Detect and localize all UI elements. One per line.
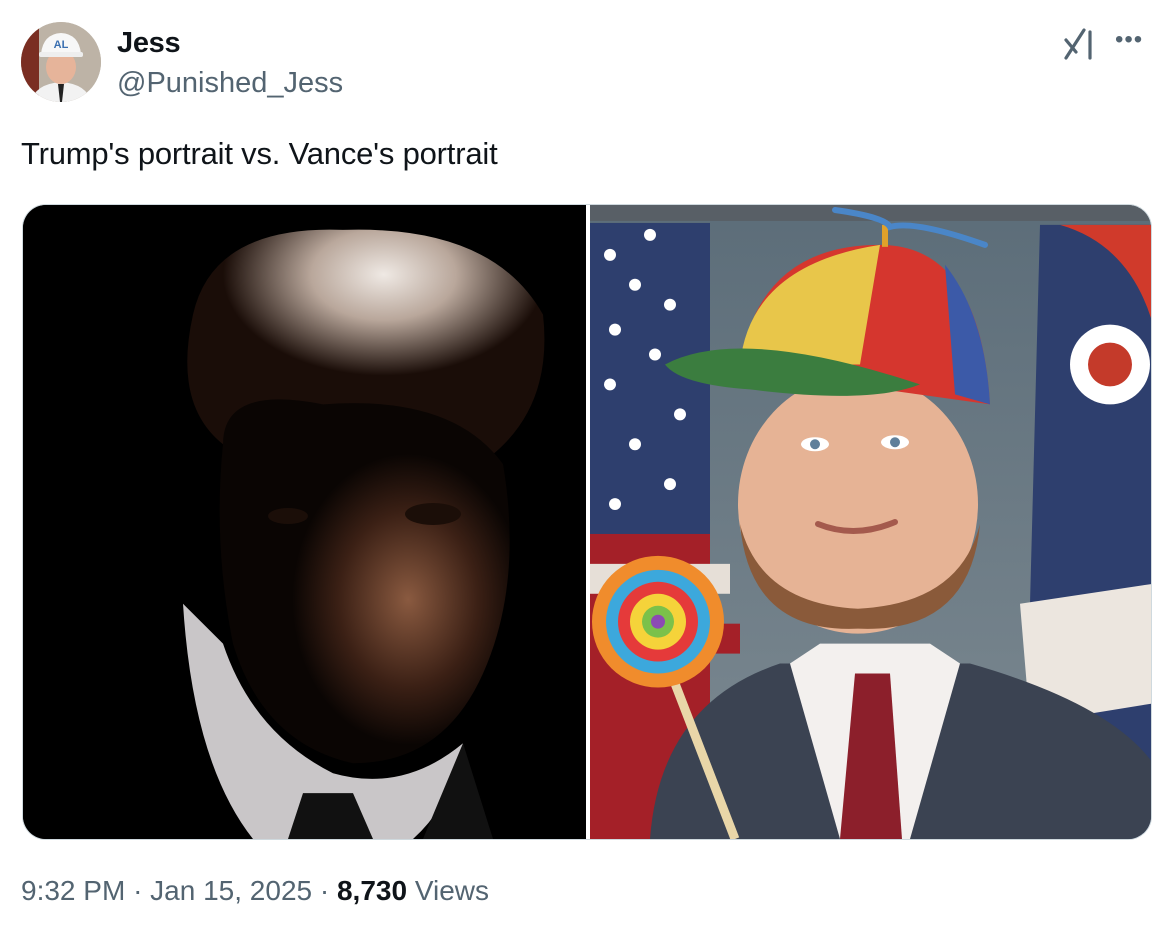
left-portrait-photo[interactable] <box>23 205 586 839</box>
grok-icon[interactable] <box>1062 26 1098 60</box>
avatar[interactable]: AL <box>21 22 101 102</box>
right-portrait-photo[interactable] <box>590 205 1151 839</box>
avatar-image: AL <box>21 22 101 102</box>
tweet-time[interactable]: 9:32 PM <box>21 875 125 906</box>
meta-separator: · <box>133 875 143 906</box>
media-grid <box>22 204 1152 840</box>
tweet-text: Trump's portrait vs. Vance's portrait <box>21 136 498 171</box>
user-handle[interactable]: @Punished_Jess <box>117 67 343 100</box>
meta-separator: · <box>319 875 330 906</box>
avatar-badge-text: AL <box>54 39 69 51</box>
display-name[interactable]: Jess <box>117 27 181 60</box>
views-label: Views <box>414 875 490 906</box>
views-count: 8,730 <box>336 875 408 906</box>
tweet-date[interactable]: Jan 15, 2025 <box>150 875 312 906</box>
tweet-meta: 9:32 PM · Jan 15, 2025 · 8,730 Views <box>21 875 489 907</box>
more-icon[interactable]: ••• <box>1115 28 1143 52</box>
